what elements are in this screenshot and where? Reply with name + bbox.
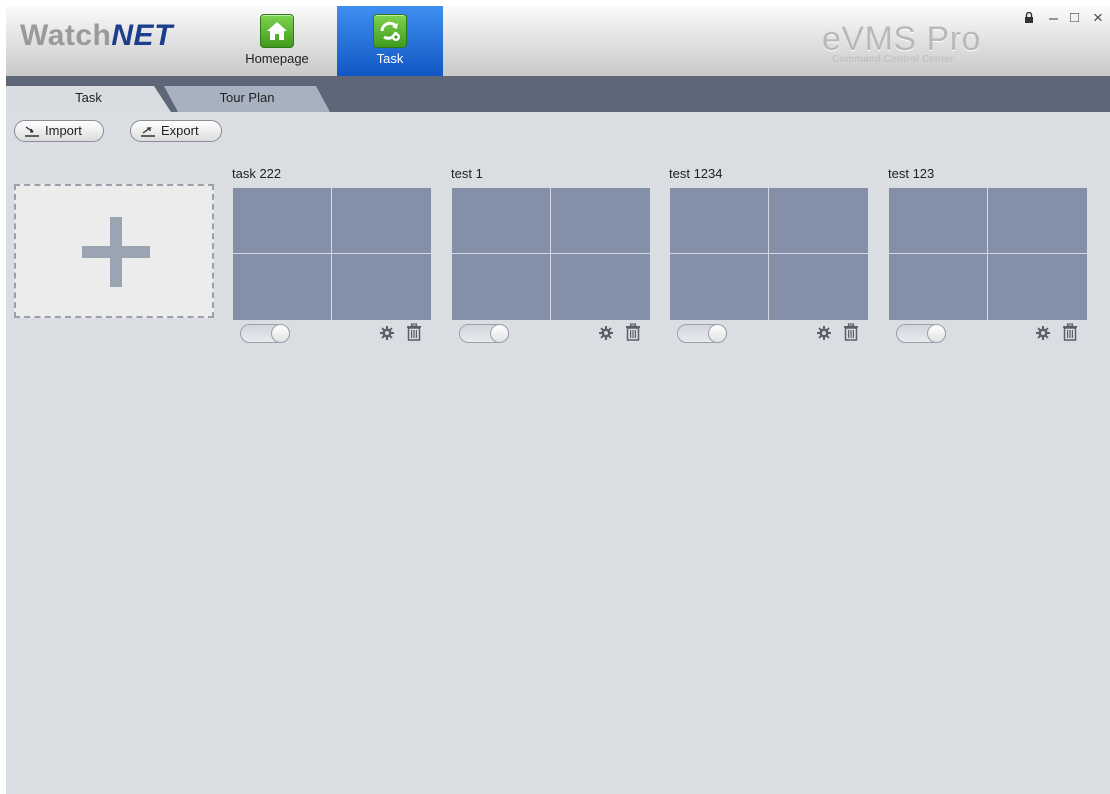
trash-icon[interactable]	[625, 323, 641, 341]
maximize-icon[interactable]: □	[1070, 9, 1079, 26]
gear-icon[interactable]	[598, 325, 614, 341]
lock-icon[interactable]	[1024, 11, 1034, 27]
brand-logo: WatchNET	[20, 19, 173, 53]
product-subtitle: Command Control Center	[832, 54, 954, 65]
tab-task[interactable]: Task	[6, 86, 171, 112]
plus-icon	[82, 217, 150, 287]
tab-tour-plan[interactable]: Tour Plan	[164, 86, 330, 112]
nav-homepage-button[interactable]: Homepage	[232, 6, 322, 76]
task-panel: Import Export task 222 test 1 test 1234 …	[6, 112, 1110, 794]
minimize-icon[interactable]: –	[1049, 10, 1058, 28]
home-icon	[260, 14, 294, 48]
trash-icon[interactable]	[1062, 323, 1078, 341]
trash-icon[interactable]	[843, 323, 859, 341]
task-name: test 123	[888, 166, 935, 181]
task-name: test 1234	[669, 166, 723, 181]
brand-suffix: NET	[111, 19, 173, 52]
gear-icon[interactable]	[379, 325, 395, 341]
task-enable-toggle[interactable]	[240, 324, 290, 343]
task-preview-grid[interactable]	[670, 188, 868, 320]
task-refresh-icon	[373, 14, 407, 48]
task-preview-grid[interactable]	[233, 188, 431, 320]
gear-icon[interactable]	[1035, 325, 1051, 341]
add-task-button[interactable]	[14, 184, 214, 318]
close-icon[interactable]: ×	[1093, 8, 1103, 28]
import-button[interactable]: Import	[14, 120, 104, 142]
app-window: WatchNET Homepage Task eVMS Pro Command …	[6, 6, 1110, 794]
task-name: test 1	[451, 166, 483, 181]
export-label: Export	[161, 123, 199, 138]
import-icon	[25, 126, 39, 137]
gear-icon[interactable]	[816, 325, 832, 341]
nav-homepage-label: Homepage	[245, 51, 309, 66]
nav-task-label: Task	[376, 51, 404, 66]
title-bar: WatchNET Homepage Task eVMS Pro Command …	[6, 6, 1110, 76]
nav-task-button[interactable]: Task	[337, 6, 443, 76]
task-preview-grid[interactable]	[889, 188, 1087, 320]
export-icon	[141, 127, 155, 137]
brand-prefix: Watch	[20, 19, 112, 52]
tab-task-label: Task	[75, 90, 102, 105]
task-preview-grid[interactable]	[452, 188, 650, 320]
task-enable-toggle[interactable]	[896, 324, 946, 343]
tab-tour-plan-label: Tour Plan	[219, 90, 275, 105]
task-enable-toggle[interactable]	[677, 324, 727, 343]
export-button[interactable]: Export	[130, 120, 222, 142]
trash-icon[interactable]	[406, 323, 422, 341]
task-name: task 222	[232, 166, 282, 181]
tab-bar: Task Tour Plan	[6, 76, 1110, 112]
import-label: Import	[45, 123, 82, 138]
task-enable-toggle[interactable]	[459, 324, 509, 343]
